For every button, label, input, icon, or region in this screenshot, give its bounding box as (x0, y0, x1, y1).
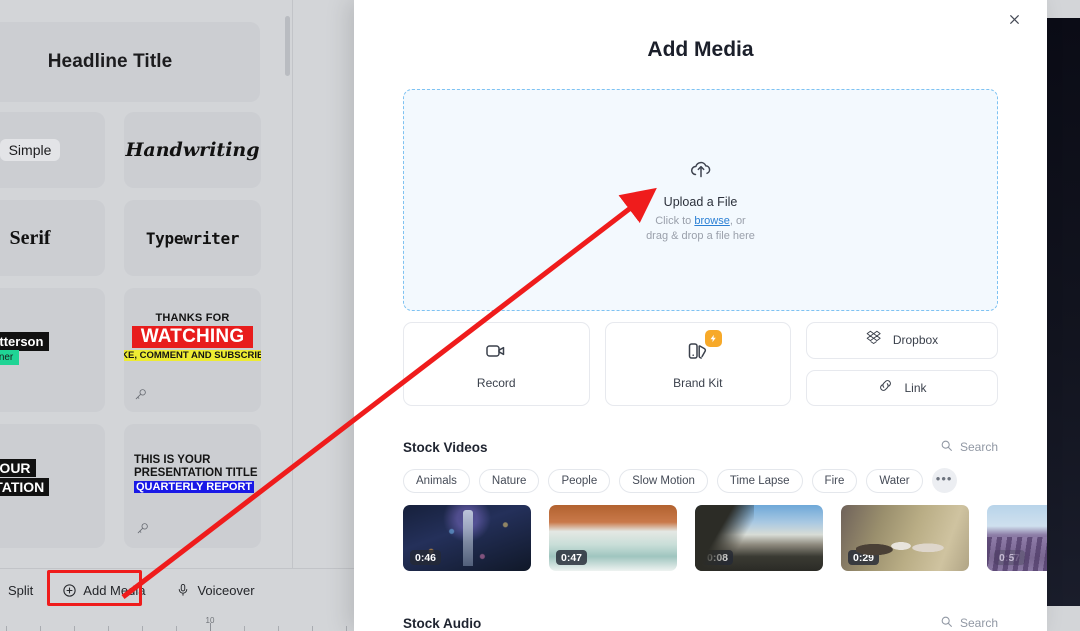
presentation-right-line-3: QUARTERLY REPORT (134, 481, 255, 493)
dropbox-button[interactable]: Dropbox (806, 322, 998, 359)
modal-title: Add Media (647, 38, 754, 61)
speaker-name: Oliver Patterson (0, 332, 50, 351)
more-filters-icon[interactable]: ••• (931, 468, 957, 493)
close-icon[interactable] (1001, 6, 1027, 32)
browse-link[interactable]: browse (694, 215, 729, 227)
add-media-modal: Add Media Upload a File Click to browse,… (354, 0, 1047, 631)
stock-audio-title: Stock Audio (403, 615, 482, 631)
timeline-ruler[interactable]: 10 (0, 616, 360, 631)
thanks-line-1: THANKS FOR (155, 312, 230, 324)
video-duration: 0:47 (556, 550, 588, 565)
presentation-left-line-2: RESENTATION (0, 478, 50, 496)
presentation-left-line-1: HIS IS YOUR (0, 459, 36, 477)
stock-videos-search-label: Search (959, 440, 998, 454)
template-card-serif[interactable]: Serif (0, 200, 105, 276)
template-card-handwriting[interactable]: Handwriting (124, 112, 261, 188)
video-duration: 0:46 (410, 550, 442, 565)
chip-time-lapse[interactable]: Time Lapse (716, 468, 803, 493)
template-typewriter-label: Typewriter (145, 228, 240, 248)
action-buttons-row: Record Brand Kit Dropbox Link (403, 322, 998, 406)
upload-sub-suffix: , or (729, 214, 746, 227)
brand-kit-button[interactable]: Brand Kit (604, 322, 791, 406)
video-canvas-preview[interactable] (1047, 18, 1080, 606)
split-button[interactable]: Split (0, 575, 43, 605)
stock-audio-search-label: Search (959, 616, 998, 630)
presentation-right-line-1: THIS IS YOUR (134, 454, 211, 466)
template-handwriting-label: Handwriting (125, 139, 260, 161)
speaker-title: ashion Designer (0, 350, 20, 365)
upload-dropzone[interactable]: Upload a File Click to browse, or drag &… (403, 89, 998, 311)
chip-fire[interactable]: Fire (811, 468, 858, 493)
screen-root: Headline Title Simple Handwriting Serif … (0, 0, 1080, 631)
upload-sub-line2: drag & drop a file here (646, 229, 755, 242)
brand-kit-label: Brand Kit (673, 375, 723, 390)
stock-video-thumbnail[interactable]: 0:57 (987, 505, 1047, 571)
link-button[interactable]: Link (806, 369, 998, 406)
voiceover-label: Voiceover (197, 582, 255, 598)
chip-people[interactable]: People (548, 468, 611, 493)
dropbox-icon (866, 329, 883, 351)
template-serif-label: Serif (9, 226, 51, 249)
upload-title: Upload a File (663, 194, 738, 209)
video-duration: 0:29 (848, 550, 880, 565)
canvas-bottom-gap (1047, 606, 1080, 631)
template-card-thanks[interactable]: THANKS FOR WATCHING KE, COMMENT AND SUBS… (124, 288, 261, 412)
template-card-speaker[interactable]: peaker 01 Oliver Patterson ashion Design… (0, 288, 105, 412)
link-label: Link (904, 380, 927, 395)
templates-panel-scrollbar[interactable] (285, 16, 290, 76)
template-card-presentation-left[interactable]: HIS IS YOUR RESENTATION TLE (0, 424, 105, 548)
stock-video-thumbnail[interactable]: 0:08 (695, 505, 823, 571)
presentation-right-line-2: PRESENTATION TITLE (134, 467, 258, 479)
search-icon (940, 615, 953, 631)
stock-video-thumbnail[interactable]: 0:47 (549, 505, 677, 571)
panel-divider (292, 0, 293, 568)
stock-videos-search[interactable]: Search (940, 439, 998, 455)
stock-video-thumbnail[interactable]: 0:46 (403, 505, 531, 571)
dropbox-label: Dropbox (892, 333, 939, 348)
stock-videos-title: Stock Videos (403, 439, 488, 455)
brand-kit-icon (686, 329, 722, 368)
integration-buttons: Dropbox Link (806, 322, 998, 406)
canvas-top-gap (1047, 0, 1080, 18)
template-card-headline[interactable]: Headline Title (0, 22, 260, 102)
video-camera-icon (484, 339, 508, 368)
video-duration: 0:08 (702, 550, 734, 565)
template-simple-label: Simple (0, 139, 61, 161)
upload-subtitle: Click to browse, or drag & drop a file h… (646, 214, 755, 244)
annotation-highlight-box (47, 570, 142, 606)
record-button[interactable]: Record (403, 322, 590, 406)
thanks-line-2: WATCHING (132, 326, 253, 348)
chip-animals[interactable]: Animals (403, 468, 470, 493)
mic-icon (175, 582, 191, 598)
template-card-typewriter[interactable]: Typewriter (124, 200, 261, 276)
voiceover-button[interactable]: Voiceover (165, 575, 264, 605)
stock-audio-search[interactable]: Search (940, 615, 998, 631)
stock-audio-header: Stock Audio Search (403, 615, 998, 631)
premium-badge-icon (704, 329, 722, 347)
microphone-icon (136, 522, 149, 538)
chip-water[interactable]: Water (866, 468, 923, 493)
template-card-presentation-right[interactable]: THIS IS YOUR PRESENTATION TITLE QUARTERL… (124, 424, 261, 548)
split-label: Split (8, 582, 34, 598)
link-icon (877, 377, 894, 399)
record-label: Record (476, 375, 516, 390)
ruler-label-10: 10 (205, 616, 215, 625)
upload-sub-prefix: Click to (655, 214, 695, 227)
stock-videos-filter-chips: Animals Nature People Slow Motion Time L… (403, 468, 1003, 493)
stock-videos-thumbnails: 0:46 0:47 0:08 0:29 0:57 (403, 505, 1047, 571)
stock-videos-header: Stock Videos Search (403, 439, 998, 455)
chip-nature[interactable]: Nature (478, 468, 540, 493)
microphone-icon (134, 388, 147, 404)
search-icon (940, 439, 953, 455)
template-headline-label: Headline Title (47, 51, 173, 72)
video-duration: 0:57 (994, 550, 1026, 565)
templates-panel: Headline Title Simple Handwriting Serif … (0, 0, 293, 568)
cloud-upload-icon (689, 157, 713, 186)
thanks-line-3: KE, COMMENT AND SUBSCRIB (124, 350, 261, 361)
template-card-simple[interactable]: Simple (0, 112, 105, 188)
chip-slow-motion[interactable]: Slow Motion (619, 468, 708, 493)
stock-video-thumbnail[interactable]: 0:29 (841, 505, 969, 571)
